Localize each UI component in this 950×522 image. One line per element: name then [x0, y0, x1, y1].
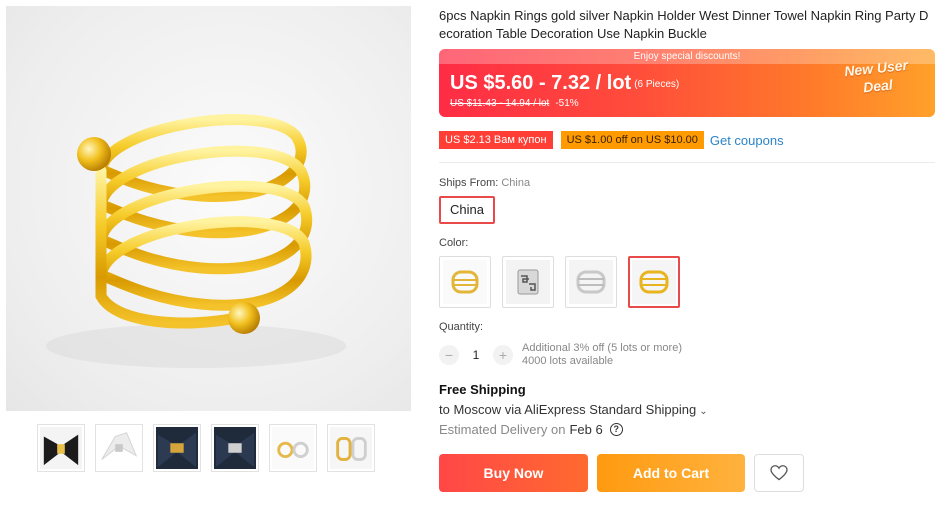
- thumbnail-5[interactable]: [269, 424, 317, 472]
- question-circle-icon[interactable]: ?: [609, 423, 623, 436]
- color-swatch-silver-spiral[interactable]: [565, 256, 617, 308]
- get-coupons-link[interactable]: Get coupons: [710, 133, 784, 148]
- divider: [439, 162, 935, 163]
- action-buttons: Buy Now Add to Cart: [439, 454, 935, 492]
- pieces-count: (6 Pieces): [634, 79, 680, 90]
- original-price-text: US $11.43 - 14.94 / lot: [450, 98, 550, 109]
- chevron-down-icon: ⌄: [699, 406, 708, 417]
- product-title: 6pcs Napkin Rings gold silver Napkin Hol…: [439, 8, 929, 41]
- quantity-increase-button[interactable]: +: [493, 345, 513, 365]
- price-range: US $5.60 - 7.32 / lot (6 Pieces): [450, 71, 679, 97]
- thumbnail-6[interactable]: [327, 424, 375, 472]
- shipping-method[interactable]: to Moscow via AliExpress Standard Shippi…: [439, 402, 935, 417]
- price-range-text: US $5.60 - 7.32 / lot: [450, 72, 632, 94]
- quantity-label: Quantity:: [439, 321, 484, 333]
- quantity-note: Additional 3% off (5 lots or more) 4000 …: [522, 342, 682, 368]
- quantity-decrease-button[interactable]: −: [439, 345, 459, 365]
- shipping-method-text: to Moscow via AliExpress Standard Shippi…: [439, 402, 697, 417]
- color-swatches: [439, 256, 935, 308]
- color-swatch-silver-greek[interactable]: [502, 256, 554, 308]
- ships-from-option-china[interactable]: China: [439, 196, 495, 224]
- color-swatch-gold-spiral-selected[interactable]: [628, 256, 680, 308]
- original-price: US $11.43 - 14.94 / lot -51%: [450, 98, 579, 110]
- thumbnail-2[interactable]: [95, 424, 143, 472]
- discount-percent: -51%: [555, 98, 579, 109]
- ships-from-title: Ships From:: [439, 177, 499, 189]
- coupon-badge-2[interactable]: US $1.00 off on US $10.00: [560, 131, 704, 149]
- wishlist-button[interactable]: [754, 454, 804, 492]
- color-swatch-gold-spiral[interactable]: [439, 256, 491, 308]
- coupon-badge-1[interactable]: US $2.13 Вам купон: [439, 131, 553, 149]
- ships-from-value: China: [501, 177, 531, 189]
- heart-icon: [770, 465, 788, 481]
- product-info: 6pcs Napkin Rings gold silver Napkin Hol…: [439, 0, 935, 492]
- thumbnail-4[interactable]: [211, 424, 259, 472]
- ships-from-label: Ships From: China: [439, 177, 935, 189]
- estimated-delivery-date: Feb 6: [569, 422, 603, 437]
- estimated-delivery-label: Estimated Delivery on: [439, 422, 566, 437]
- bulk-discount-note: Additional 3% off (5 lots or more): [522, 342, 682, 354]
- thumbnail-3[interactable]: [153, 424, 201, 472]
- stock-note: 4000 lots available: [522, 355, 614, 367]
- new-user-deal-badge: New User Deal: [833, 55, 920, 100]
- thumbnail-1[interactable]: [37, 424, 85, 472]
- quantity-input[interactable]: 1: [459, 348, 493, 362]
- free-shipping-title: Free Shipping: [439, 382, 526, 397]
- coupon-row: US $2.13 Вам купон US $1.00 off on US $1…: [439, 130, 935, 150]
- add-to-cart-button[interactable]: Add to Cart: [597, 454, 745, 492]
- price-banner: Enjoy special discounts! US $5.60 - 7.32…: [439, 49, 935, 117]
- buy-now-button[interactable]: Buy Now: [439, 454, 588, 492]
- estimated-delivery: Estimated Delivery on Feb 6 ?: [439, 422, 935, 437]
- color-label: Color:: [439, 237, 469, 249]
- thumbnail-strip: [37, 424, 375, 472]
- main-product-image[interactable]: [6, 6, 411, 411]
- quantity-stepper: − 1 + Additional 3% off (5 lots or more)…: [439, 342, 935, 368]
